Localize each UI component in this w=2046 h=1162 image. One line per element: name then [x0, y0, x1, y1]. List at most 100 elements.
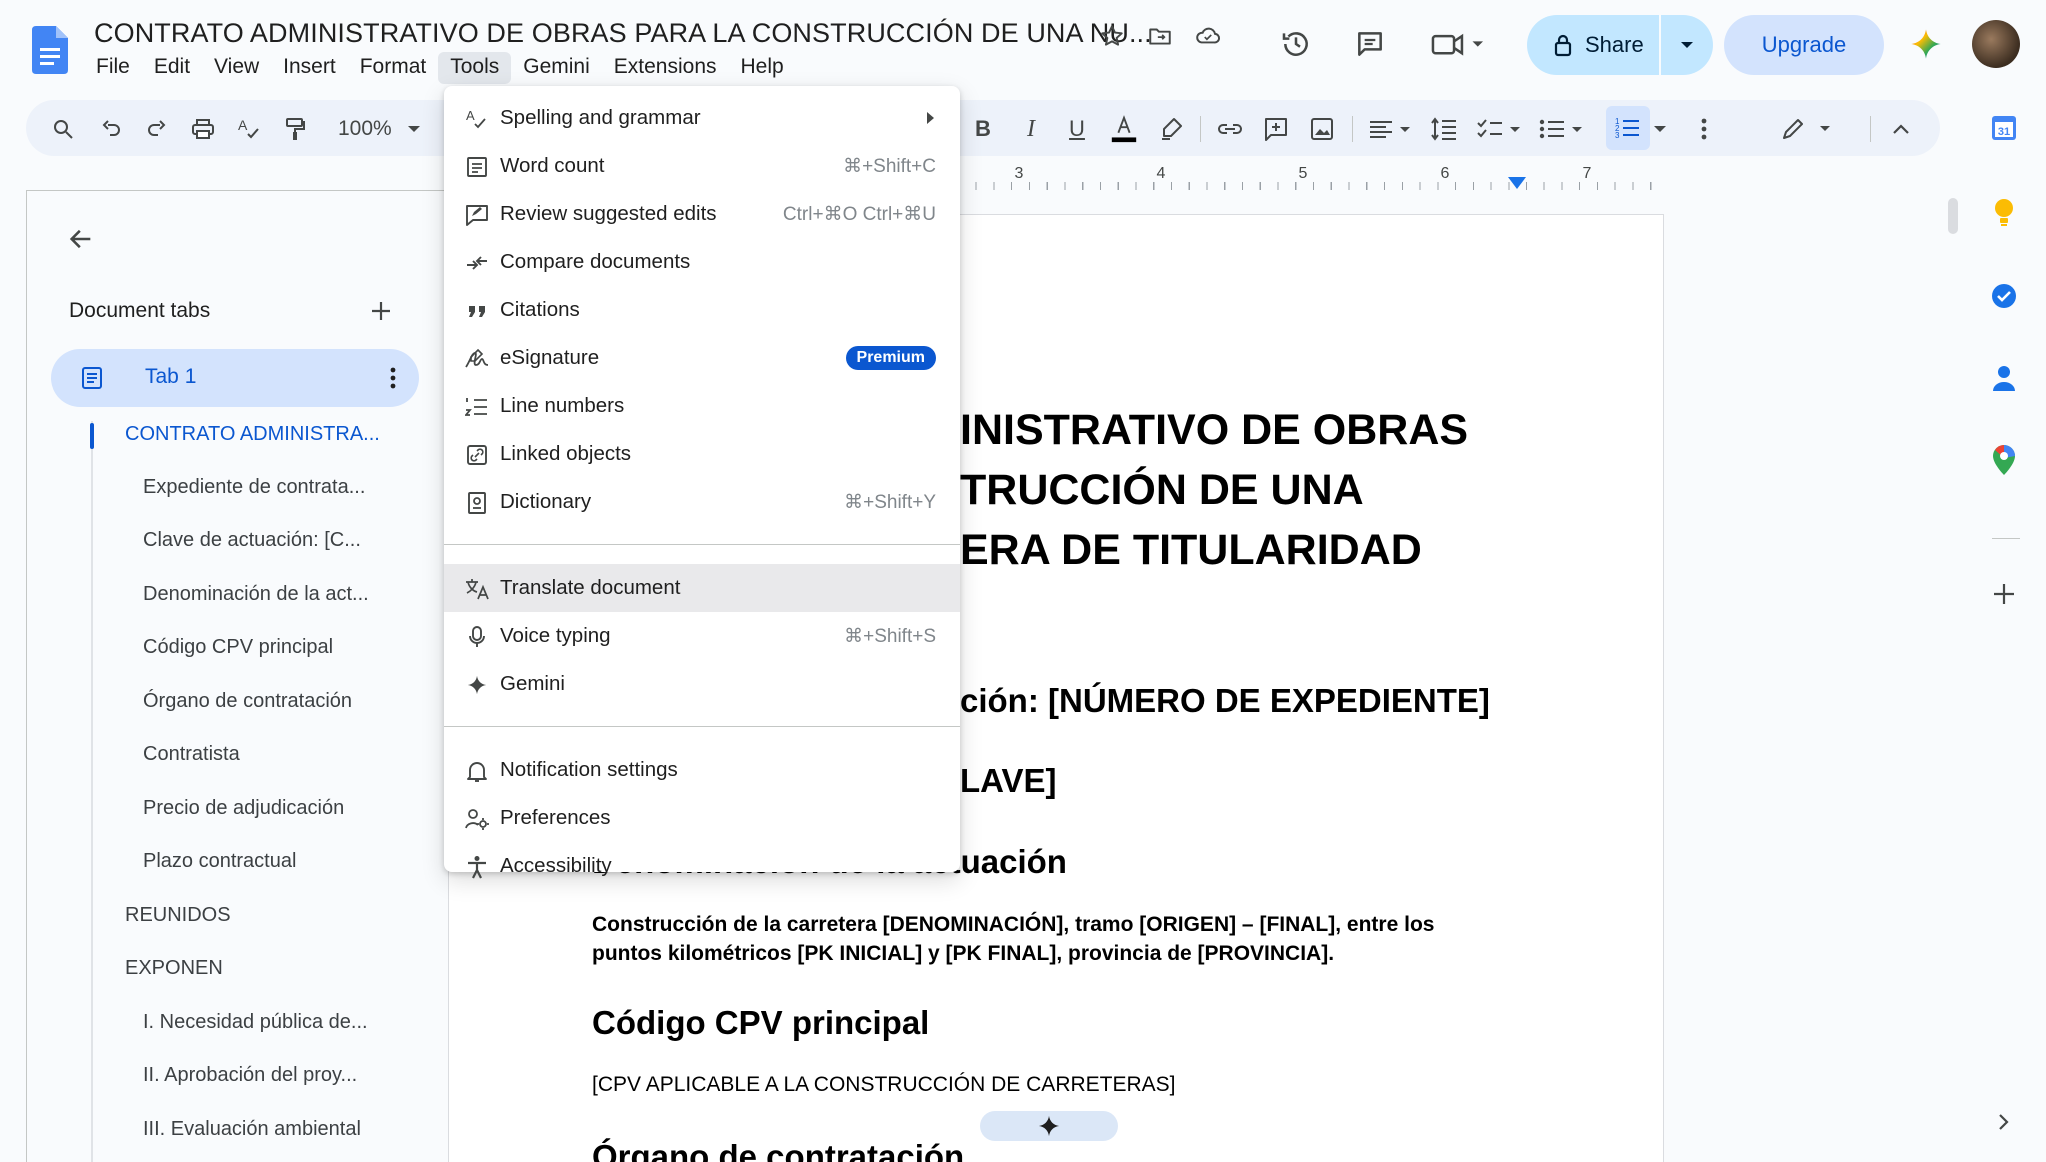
- menu-format[interactable]: Format: [348, 52, 439, 84]
- spellcheck-icon[interactable]: A: [234, 114, 264, 144]
- insert-link-icon[interactable]: [1214, 114, 1246, 144]
- menu-insert[interactable]: Insert: [271, 52, 348, 84]
- share-main[interactable]: Share: [1527, 15, 1661, 75]
- menu-file[interactable]: File: [84, 52, 142, 84]
- quote-icon: [464, 298, 490, 324]
- heading-organo: Órgano de contratación: [592, 1138, 965, 1162]
- print-icon[interactable]: [188, 114, 218, 144]
- contacts-icon[interactable]: [1988, 362, 2020, 394]
- comments-icon[interactable]: [1350, 22, 1390, 66]
- outline-active-indicator: [90, 423, 94, 449]
- gemini-icon: [1038, 1115, 1060, 1137]
- numbered-list-dropdown[interactable]: [1650, 114, 1670, 144]
- share-button[interactable]: Share: [1527, 15, 1713, 75]
- bold-icon[interactable]: B: [968, 114, 998, 144]
- maps-icon[interactable]: [1988, 444, 2020, 476]
- back-arrow-icon[interactable]: [63, 221, 99, 257]
- outline-item[interactable]: Clave de actuación: [C...: [143, 529, 361, 552]
- menu-item-citations[interactable]: Citations: [444, 286, 960, 334]
- meet-icon[interactable]: [1428, 22, 1488, 66]
- more-options-icon[interactable]: [1694, 114, 1714, 144]
- menu-item-compare-documents[interactable]: Compare documents: [444, 238, 960, 286]
- menu-item-preferences[interactable]: Preferences: [444, 794, 960, 842]
- menu-item-esignature[interactable]: eSignature Premium: [444, 334, 960, 382]
- get-add-ons-icon[interactable]: [1988, 578, 2020, 610]
- text-color-icon[interactable]: [1106, 114, 1142, 144]
- underline-icon[interactable]: U: [1062, 114, 1092, 144]
- gemini-help-me-write-button[interactable]: [980, 1111, 1118, 1141]
- outline-item[interactable]: Contratista: [143, 743, 240, 766]
- bulleted-list-select[interactable]: [1536, 114, 1586, 144]
- tab-options-icon[interactable]: [381, 363, 405, 393]
- outline-item[interactable]: EXPONEN: [125, 957, 223, 980]
- menu-item-label: Citations: [500, 298, 580, 321]
- menu-item-voice-typing[interactable]: Voice typing ⌘+Shift+S: [444, 612, 960, 660]
- outline-item[interactable]: Expediente de contrata...: [143, 476, 365, 499]
- word-count-icon: [464, 154, 490, 180]
- menu-item-gemini[interactable]: Gemini: [444, 660, 960, 708]
- menu-item-label: Spelling and grammar: [500, 106, 701, 129]
- menu-extensions[interactable]: Extensions: [602, 52, 729, 84]
- tab-1[interactable]: Tab 1: [51, 349, 419, 407]
- outline-item[interactable]: Denominación de la act...: [143, 583, 369, 606]
- menu-view[interactable]: View: [202, 52, 271, 84]
- menu-item-notification-settings[interactable]: Notification settings: [444, 746, 960, 794]
- tasks-icon[interactable]: [1988, 280, 2020, 312]
- menu-item-word-count[interactable]: Word count ⌘+Shift+C: [444, 142, 960, 190]
- right-indent-marker-icon[interactable]: [1508, 176, 1526, 194]
- line-spacing-icon[interactable]: [1428, 114, 1460, 144]
- document-title[interactable]: CONTRATO ADMINISTRATIVO DE OBRAS PARA LA…: [94, 18, 1152, 49]
- docs-logo-icon[interactable]: [32, 26, 68, 74]
- paint-format-icon[interactable]: [280, 114, 310, 144]
- search-menus-icon[interactable]: [48, 114, 78, 144]
- scrollbar-thumb[interactable]: [1948, 198, 1958, 234]
- numbered-list-icon[interactable]: 123: [1606, 106, 1650, 150]
- title-bar: CONTRATO ADMINISTRATIVO DE OBRAS PARA LA…: [0, 0, 2046, 88]
- gemini-sparkle-icon[interactable]: [1906, 22, 1946, 66]
- menu-item-accessibility[interactable]: Accessibility: [444, 842, 960, 890]
- redo-icon[interactable]: [142, 114, 172, 144]
- outline-item[interactable]: Precio de adjudicación: [143, 797, 344, 820]
- menu-item-dictionary[interactable]: Dictionary ⌘+Shift+Y: [444, 478, 960, 526]
- menu-item-review-suggested-edits[interactable]: Review suggested edits Ctrl+⌘O Ctrl+⌘U: [444, 190, 960, 238]
- share-dropdown-button[interactable]: [1661, 15, 1713, 75]
- menu-help[interactable]: Help: [729, 52, 796, 84]
- menu-item-translate-document[interactable]: Translate document: [444, 564, 960, 612]
- outline-item[interactable]: III. Evaluación ambiental: [143, 1118, 361, 1141]
- menu-edit[interactable]: Edit: [142, 52, 202, 84]
- menu-item-spelling-and-grammar[interactable]: A Spelling and grammar: [444, 94, 960, 142]
- ruler[interactable]: 3 4 5 6 7: [958, 164, 1664, 190]
- align-select[interactable]: [1366, 114, 1414, 144]
- move-folder-icon[interactable]: [1144, 20, 1176, 52]
- highlight-icon[interactable]: [1156, 114, 1186, 144]
- editing-mode-select[interactable]: [1778, 114, 1838, 144]
- hide-menus-icon[interactable]: [1886, 114, 1916, 144]
- upgrade-button[interactable]: Upgrade: [1724, 15, 1884, 75]
- add-tab-icon[interactable]: [365, 295, 397, 327]
- version-history-icon[interactable]: [1276, 22, 1316, 66]
- outline-item[interactable]: Plazo contractual: [143, 850, 296, 873]
- keep-icon[interactable]: [1988, 196, 2020, 228]
- star-icon[interactable]: [1096, 20, 1128, 52]
- menu-tools[interactable]: Tools: [438, 52, 512, 84]
- cloud-saved-icon[interactable]: [1192, 20, 1224, 52]
- menu-gemini[interactable]: Gemini: [511, 52, 602, 84]
- translate-icon: [464, 576, 490, 602]
- avatar[interactable]: [1972, 20, 2020, 68]
- italic-icon[interactable]: I: [1016, 114, 1046, 144]
- checklist-select[interactable]: [1474, 114, 1524, 144]
- zoom-select[interactable]: 100%: [338, 114, 428, 144]
- outline-item[interactable]: Código CPV principal: [143, 636, 333, 659]
- insert-image-icon[interactable]: [1306, 114, 1338, 144]
- expand-side-panel-icon[interactable]: [1988, 1106, 2020, 1138]
- add-comment-icon[interactable]: [1260, 114, 1292, 144]
- calendar-icon[interactable]: 31: [1988, 112, 2020, 144]
- menu-item-linked-objects[interactable]: Linked objects: [444, 430, 960, 478]
- outline-item[interactable]: I. Necesidad pública de...: [143, 1011, 368, 1034]
- menu-item-line-numbers[interactable]: Line numbers: [444, 382, 960, 430]
- outline-item[interactable]: CONTRATO ADMINISTRA...: [125, 423, 380, 446]
- outline-item[interactable]: II. Aprobación del proy...: [143, 1064, 357, 1087]
- outline-item[interactable]: REUNIDOS: [125, 904, 231, 927]
- outline-item[interactable]: Órgano de contratación: [143, 690, 352, 713]
- undo-icon[interactable]: [96, 114, 126, 144]
